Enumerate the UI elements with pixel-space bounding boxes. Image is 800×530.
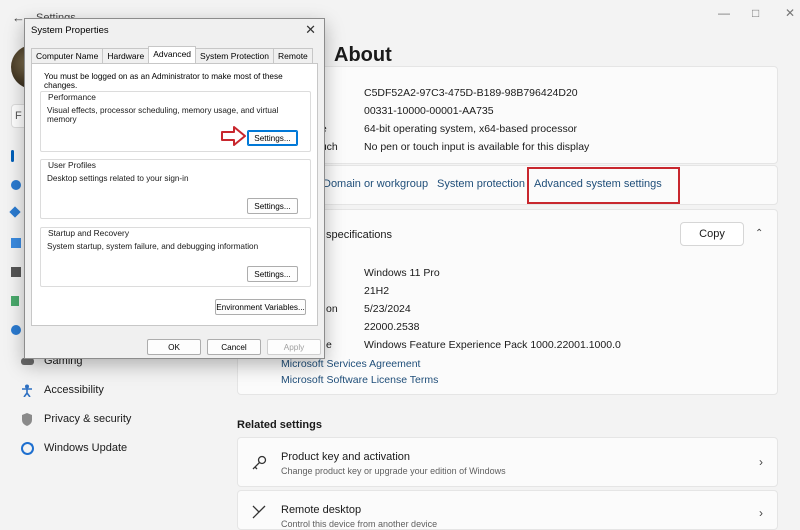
experience-value: Windows Feature Experience Pack 1000.220… bbox=[364, 339, 621, 351]
tab-advanced[interactable]: Advanced bbox=[148, 46, 197, 63]
system-type-value: 64-bit operating system, x64-based proce… bbox=[364, 123, 578, 135]
remote-desktop-icon bbox=[251, 505, 267, 524]
sidebar-item-label: Accessibility bbox=[44, 384, 104, 396]
tab-computer-name[interactable]: Computer Name bbox=[31, 48, 104, 63]
performance-group: Performance Visual effects, processor sc… bbox=[40, 91, 311, 152]
shield-icon bbox=[20, 412, 34, 426]
version-value: 21H2 bbox=[364, 285, 390, 297]
dialog-title: System Properties bbox=[31, 25, 109, 36]
product-key-title: Product key and activation bbox=[281, 451, 411, 463]
chevron-right-icon: › bbox=[759, 455, 763, 469]
os-build-value: 22000.2538 bbox=[364, 321, 420, 333]
tab-remote[interactable]: Remote bbox=[273, 48, 313, 63]
dialog-tabs: Computer Name Hardware Advanced System P… bbox=[31, 46, 313, 64]
user-profiles-settings-button[interactable]: Settings... bbox=[247, 198, 298, 214]
system-protection-link[interactable]: System protection bbox=[437, 178, 525, 190]
services-agreement-link[interactable]: Microsoft Services Agreement bbox=[281, 358, 420, 370]
sidebar-item-accessibility[interactable]: Accessibility bbox=[20, 379, 104, 401]
performance-settings-button[interactable]: Settings... bbox=[247, 130, 298, 146]
ok-button[interactable]: OK bbox=[147, 339, 201, 355]
maximize-icon[interactable]: □ bbox=[752, 6, 759, 20]
sidebar-item-windows-update[interactable]: Windows Update bbox=[20, 437, 127, 459]
group-desc: System startup, system failure, and debu… bbox=[47, 242, 259, 251]
tab-system-protection[interactable]: System Protection bbox=[195, 48, 275, 63]
accounts-icon[interactable] bbox=[11, 325, 21, 335]
related-settings-heading: Related settings bbox=[237, 419, 322, 431]
page-title: About bbox=[334, 44, 392, 66]
sidebar-selection-indicator bbox=[11, 150, 14, 162]
group-desc: Desktop settings related to your sign-in bbox=[47, 174, 189, 183]
group-title: Performance bbox=[47, 92, 97, 102]
spec-label: e bbox=[326, 339, 332, 351]
edition-value: Windows 11 Pro bbox=[364, 267, 440, 279]
advanced-tab-panel: You must be logged on as an Administrato… bbox=[31, 63, 318, 326]
chevron-up-icon[interactable]: ⌃ bbox=[755, 228, 763, 239]
tab-hardware[interactable]: Hardware bbox=[102, 48, 150, 63]
chevron-right-icon: › bbox=[759, 506, 763, 520]
domain-workgroup-link[interactable]: Domain or workgroup bbox=[323, 178, 428, 190]
startup-recovery-settings-button[interactable]: Settings... bbox=[247, 266, 298, 282]
admin-note: You must be logged on as an Administrato… bbox=[44, 72, 283, 90]
group-desc: Visual effects, processor scheduling, me… bbox=[47, 106, 279, 124]
installed-on-value: 5/23/2024 bbox=[364, 303, 411, 315]
spec-label: on bbox=[326, 303, 338, 315]
key-icon bbox=[251, 455, 267, 476]
close-window-icon[interactable]: ✕ bbox=[785, 6, 795, 20]
environment-variables-button[interactable]: Environment Variables... bbox=[215, 299, 306, 315]
system-icon[interactable] bbox=[11, 180, 21, 190]
remote-desktop-card[interactable]: Remote desktop Control this device from … bbox=[237, 490, 778, 530]
cancel-button[interactable]: Cancel bbox=[207, 339, 261, 355]
remote-desktop-subtitle: Control this device from another device bbox=[281, 519, 438, 529]
product-id-value: 00331-10000-00001-AA735 bbox=[364, 105, 494, 117]
system-properties-dialog: System Properties ✕ Computer Name Hardwa… bbox=[24, 18, 325, 359]
sidebar-item-label: Privacy & security bbox=[44, 413, 132, 425]
update-icon bbox=[20, 441, 34, 455]
device-id-value: C5DF52A2-97C3-475D-B189-98B796424D20 bbox=[364, 87, 578, 99]
product-key-subtitle: Change product key or upgrade your editi… bbox=[281, 466, 506, 476]
network-icon[interactable] bbox=[11, 238, 21, 248]
close-icon[interactable]: ✕ bbox=[305, 22, 316, 38]
remote-desktop-title: Remote desktop bbox=[281, 504, 362, 516]
personalization-icon[interactable] bbox=[11, 267, 21, 277]
sidebar-item-privacy[interactable]: Privacy & security bbox=[20, 408, 131, 430]
startup-recovery-group: Startup and Recovery System startup, sys… bbox=[40, 227, 311, 287]
annotation-arrow-icon bbox=[221, 126, 246, 146]
apply-button[interactable]: Apply bbox=[267, 339, 321, 355]
minimize-icon[interactable]: — bbox=[718, 6, 730, 20]
accessibility-icon bbox=[20, 383, 34, 397]
copy-button[interactable]: Copy bbox=[680, 222, 744, 246]
sidebar-item-label: Windows Update bbox=[44, 442, 128, 454]
group-title: Startup and Recovery bbox=[47, 228, 131, 238]
windows-specs-header: specifications bbox=[326, 229, 393, 241]
license-terms-link[interactable]: Microsoft Software License Terms bbox=[281, 374, 438, 386]
product-key-card[interactable]: Product key and activation Change produc… bbox=[237, 437, 778, 487]
apps-icon[interactable] bbox=[11, 296, 19, 306]
pen-touch-value: No pen or touch input is available for t… bbox=[364, 141, 590, 153]
group-title: User Profiles bbox=[47, 160, 97, 170]
user-profiles-group: User Profiles Desktop settings related t… bbox=[40, 159, 311, 219]
bluetooth-icon[interactable] bbox=[9, 206, 21, 218]
highlight-box bbox=[527, 167, 680, 204]
